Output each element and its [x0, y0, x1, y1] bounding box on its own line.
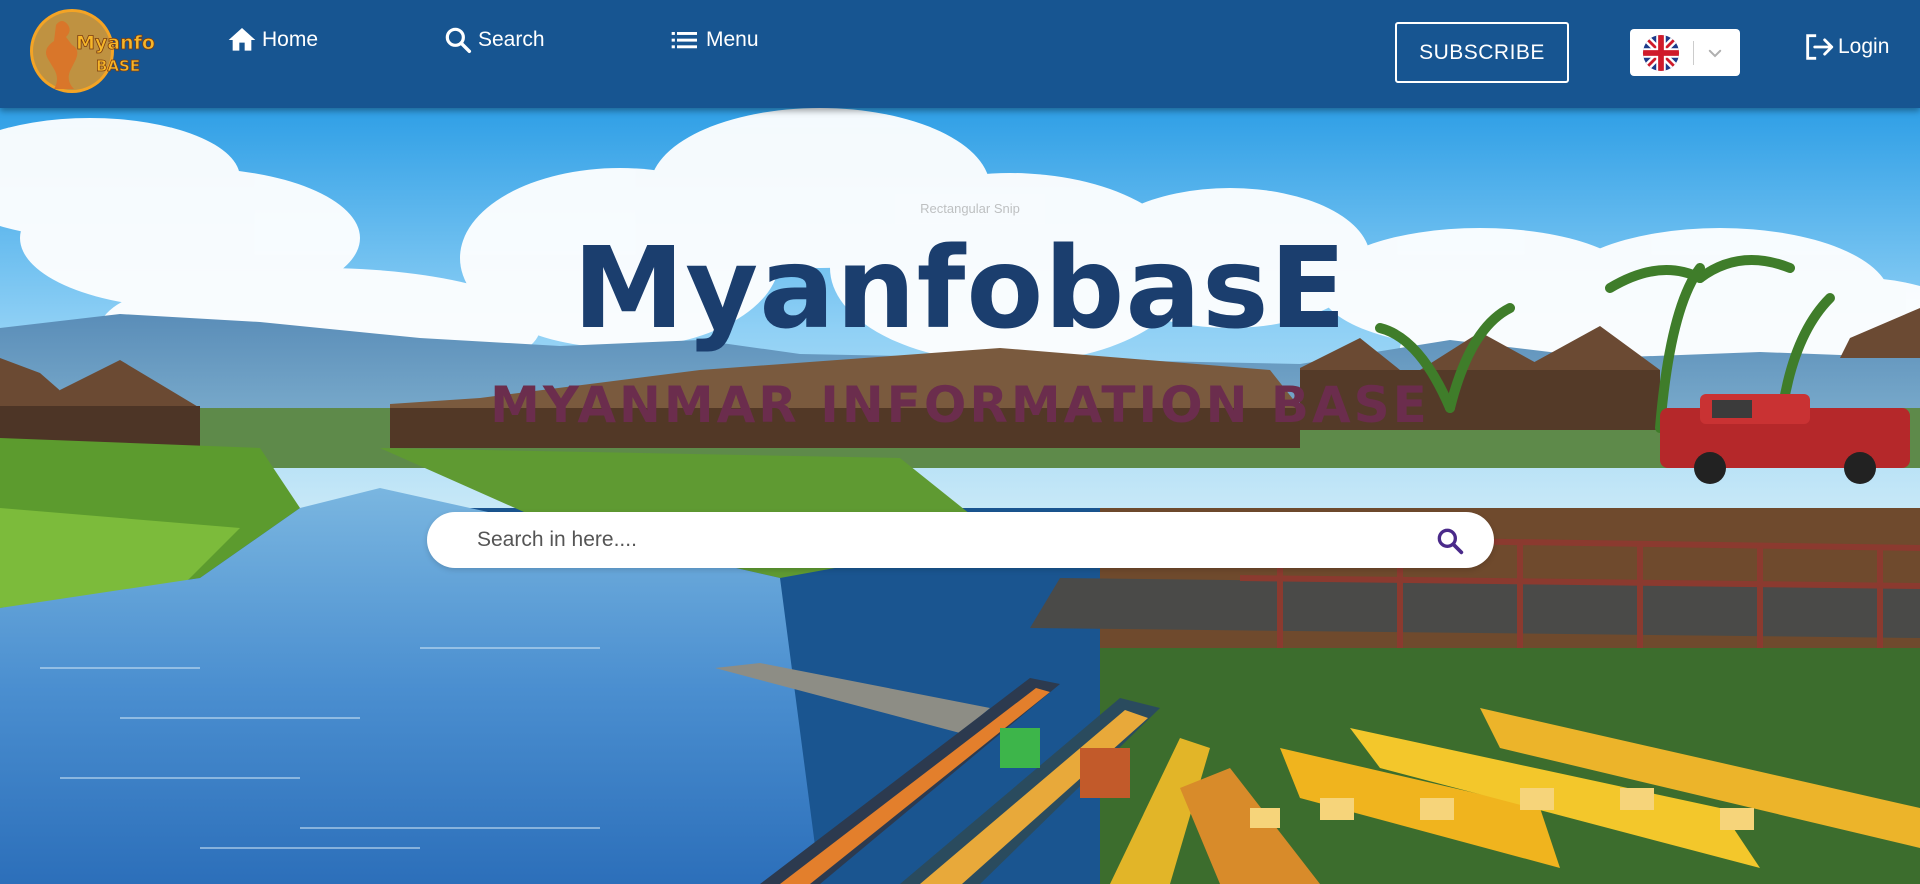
search-icon [445, 27, 472, 54]
site-subtitle: MYANMAR INFORMATION BASE [490, 376, 1430, 434]
hero-search-bar [427, 512, 1494, 568]
language-selector[interactable] [1630, 29, 1740, 76]
myanfobase-logo[interactable]: Myanfo BASE [26, 7, 158, 95]
nav-home-label: Home [262, 28, 319, 51]
nav-search-label: Search [478, 28, 545, 51]
home-icon [228, 28, 256, 51]
site-title: MyanfobasE [572, 224, 1348, 354]
nav-menu-label: Menu [706, 28, 759, 51]
login-link[interactable]: Login [1802, 30, 1889, 64]
login-label: Login [1838, 35, 1890, 58]
svg-text:Myanfo: Myanfo [76, 32, 155, 54]
search-submit-icon[interactable] [1434, 525, 1466, 557]
hero-search-input[interactable] [477, 512, 1407, 568]
nav-menu[interactable]: Menu [668, 24, 759, 56]
subscribe-button[interactable]: SUBSCRIBE [1395, 22, 1569, 83]
nav-home[interactable]: Home [226, 24, 318, 56]
chevron-down-icon [1708, 49, 1722, 57]
logout-door-icon [1806, 34, 1834, 60]
uk-flag-icon [1642, 34, 1680, 71]
top-navigation-bar: Myanfo BASE Home Search Menu SUBSCRIBE L… [0, 0, 1920, 108]
snip-overlay-label: Rectangular Snip [895, 194, 1045, 224]
selector-divider [1693, 40, 1694, 65]
svg-text:BASE: BASE [96, 57, 140, 75]
list-menu-icon [671, 32, 697, 49]
hero-banner: Rectangular Snip MyanfobasE MYANMAR INFO… [0, 108, 1920, 884]
nav-search[interactable]: Search [442, 24, 545, 56]
